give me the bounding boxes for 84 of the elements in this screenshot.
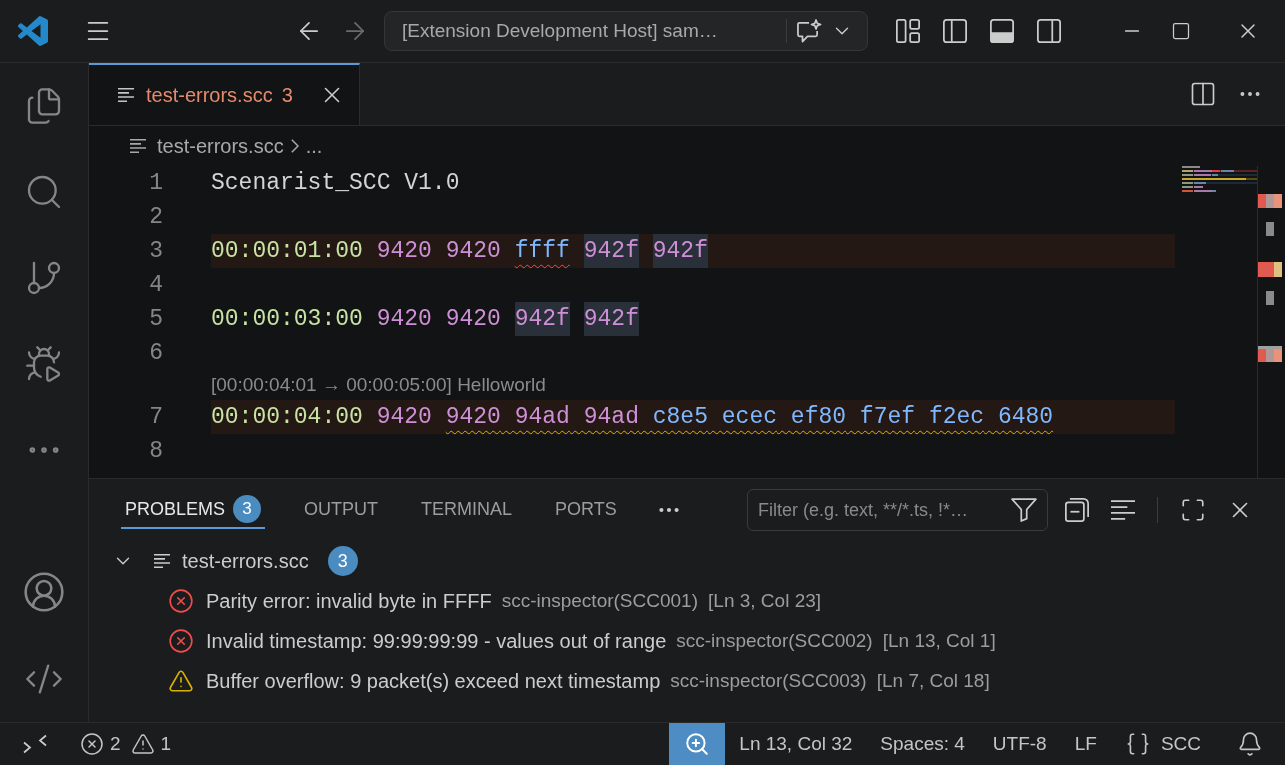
status-bar-item[interactable]: UTF-8 xyxy=(978,723,1061,765)
code-token: 9420 xyxy=(376,236,432,266)
code-token: 942f xyxy=(652,233,708,269)
file-lines-icon xyxy=(130,139,146,153)
editor-tab[interactable]: test-errors.scc 3 xyxy=(89,63,360,125)
status-bar-item[interactable]: Ln 13, Col 32 xyxy=(725,723,867,765)
status-bar-item[interactable]: Spaces: 4 xyxy=(866,723,979,765)
code-token: 94ad xyxy=(583,402,639,432)
code-token: 942f xyxy=(583,301,639,337)
panel-tab[interactable]: PORTS xyxy=(551,491,621,529)
problem-location: [Ln 13, Col 1] xyxy=(882,628,996,653)
breadcrumb-item[interactable]: ... xyxy=(305,131,323,161)
code-token: 9420 xyxy=(445,402,501,432)
panel-tab[interactable]: PROBLEMS 3 xyxy=(121,491,266,529)
zoom-in-icon xyxy=(684,731,711,757)
panel-tab[interactable]: TERMINAL xyxy=(417,491,517,529)
code-token: 00:00:03:00 xyxy=(211,304,363,334)
code-token: 94ad xyxy=(514,402,570,432)
bell-icon[interactable] xyxy=(1237,731,1263,757)
remote-icon[interactable] xyxy=(23,734,47,754)
panel-bottom-icon[interactable] xyxy=(989,19,1014,43)
line-number: 1 xyxy=(149,168,163,198)
code-token: f2ec xyxy=(928,402,985,432)
problem-location: [Ln 3, Col 23] xyxy=(708,588,822,613)
sidebar-right-icon[interactable] xyxy=(1036,19,1061,43)
line-number: 4 xyxy=(149,270,163,300)
line-number: 7 xyxy=(149,402,163,432)
app-logo-icon xyxy=(18,16,48,46)
code-token: 9420 xyxy=(376,402,432,432)
zoom-button[interactable] xyxy=(669,723,726,765)
code-token: 9420 xyxy=(445,304,501,334)
problem-source: scc-inspector(SCC002) xyxy=(676,628,873,653)
file-lines-icon xyxy=(154,554,170,568)
maximize-panel-icon[interactable] xyxy=(1180,497,1206,523)
error-icon xyxy=(80,732,104,756)
problem-message[interactable]: Parity error: invalid byte in FFFF xyxy=(206,586,492,616)
chevron-right-icon xyxy=(290,139,299,153)
line-number: 3 xyxy=(149,236,163,266)
filter-icon[interactable] xyxy=(1011,498,1037,522)
file-lines-icon xyxy=(118,88,134,102)
code-token: c8e5 xyxy=(652,402,708,432)
breadcrumb-item[interactable]: test-errors.scc xyxy=(157,131,284,161)
line-number: 8 xyxy=(149,436,163,466)
account-icon[interactable] xyxy=(22,569,66,614)
language-mode[interactable]: SCC xyxy=(1110,723,1215,765)
maximize-icon[interactable] xyxy=(1170,21,1191,41)
command-center[interactable]: [Extension Development Host] sam… xyxy=(384,11,868,51)
error-icon xyxy=(168,588,194,614)
line-number: 2 xyxy=(149,202,163,232)
code-token: 942f xyxy=(514,301,570,337)
line-number: 6 xyxy=(149,338,163,368)
code-token: ffff xyxy=(514,236,570,266)
problem-file-name[interactable]: test-errors.scc xyxy=(182,546,309,576)
layout-icon[interactable] xyxy=(895,19,920,43)
problem-message[interactable]: Buffer overflow: 9 packet(s) exceed next timestamp xyxy=(206,666,661,696)
split-editor-icon[interactable] xyxy=(1189,80,1217,108)
problem-source: scc-inspector(SCC003) xyxy=(670,668,867,693)
code-token: 00:00:01:00 xyxy=(211,236,363,266)
problem-count: 3 xyxy=(327,546,358,576)
line-number: 5 xyxy=(149,304,163,334)
chat-sparkle-icon[interactable] xyxy=(796,19,822,43)
code-token: ecec xyxy=(721,402,777,432)
warning-icon xyxy=(168,668,194,694)
code-token: 942f xyxy=(583,233,639,269)
problem-message[interactable]: Invalid timestamp: 99:99:99:99 - values out of range xyxy=(206,626,667,656)
problem-source: scc-inspector(SCC001) xyxy=(501,588,699,613)
inlay-hint: [00:00:04:01 → 00:00:05:00] Helloworld xyxy=(211,372,546,397)
panel-tab[interactable]: OUTPUT xyxy=(300,491,383,529)
warning-icon xyxy=(130,732,155,756)
collapse-all-icon[interactable] xyxy=(1065,498,1089,522)
code-token: 9420 xyxy=(445,236,501,266)
code-token: ef80 xyxy=(790,402,847,432)
filter-input[interactable]: Filter (e.g. text, **/*.ts, !*… xyxy=(747,489,1048,531)
problem-location: [Ln 7, Col 18] xyxy=(876,668,990,693)
sidebar-left-icon[interactable] xyxy=(942,19,967,43)
code-token: 00:00:04:00 xyxy=(211,402,363,432)
code-token: 6480 xyxy=(997,402,1054,432)
status-bar-item[interactable]: LF xyxy=(1060,723,1111,765)
problems-status[interactable]: 2 1 xyxy=(70,723,182,765)
error-icon xyxy=(168,628,194,654)
list-icon[interactable] xyxy=(1111,500,1135,520)
code-token: f7ef xyxy=(859,402,916,432)
code-token: 9420 xyxy=(376,304,432,334)
code-token: Scenarist_SCC V1.0 xyxy=(211,168,460,198)
